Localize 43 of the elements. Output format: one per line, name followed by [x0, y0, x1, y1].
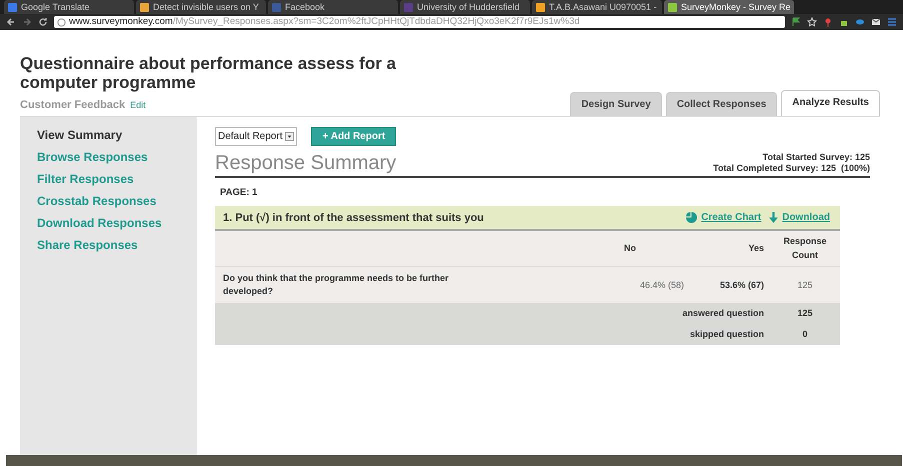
summary-label: answered question [681, 307, 765, 320]
star-icon[interactable] [807, 17, 817, 27]
sidebar-link[interactable]: View Summary [37, 127, 197, 143]
total-text: Total Started Survey: 125 [762, 152, 870, 163]
down-arrow-icon [769, 212, 778, 224]
pie-chart-icon [686, 212, 698, 224]
browser-tab[interactable]: Detect invisible users on Y [136, 0, 266, 14]
answer-percent: 53.6% (67) [718, 278, 765, 292]
browser-tab[interactable]: Facebook [268, 0, 398, 14]
report-select[interactable]: Default Report [215, 127, 298, 146]
address-field[interactable]: www.surveymonkey.com/MySurvey_Responses.aspx?sm=3C2om%2ftJCpHHtQjTdbdaDHQ32HjQxo3eK2f7r9EJs1w%3d [54, 16, 785, 28]
total-text: Total Completed Survey: 125 (100%) [713, 163, 870, 174]
menu-icon[interactable] [887, 17, 897, 27]
survey-category: Customer Feedback [20, 99, 126, 111]
browser-tab[interactable]: Google Translate [4, 0, 134, 14]
caret-icon [285, 132, 294, 141]
survey-title: Questionnaire about performance assess for a computer programme [20, 54, 398, 92]
nav-tab[interactable]: Analyze Results [781, 90, 880, 116]
nav-tab[interactable]: Collect Responses [666, 92, 778, 116]
summary-value: 0 [801, 328, 808, 341]
summary-label: skipped question [688, 328, 765, 341]
back-icon[interactable] [6, 17, 16, 27]
page-label: PAGE: 1 [220, 186, 258, 200]
reload-icon[interactable] [38, 17, 48, 27]
summary-value: 125 [796, 307, 814, 320]
browser-tab[interactable]: SurveyMonkey - Survey Re [664, 0, 794, 14]
pin-icon[interactable] [823, 17, 833, 27]
column-header: Yes [747, 242, 765, 255]
answer-percent: 46.4% (58) [638, 278, 685, 292]
response-count: 125 [796, 278, 814, 292]
section-heading: Response Summary [215, 152, 396, 174]
column-header: Response Count [782, 235, 828, 262]
question-title: 1. Put (√) in front of the assessment that suits you [223, 210, 484, 226]
globe-icon [57, 18, 66, 26]
browser-tab[interactable]: T.A.B.Asawani U0970051 - [532, 0, 662, 14]
question-text: Do you think that the programme needs to be further developed? [222, 272, 450, 298]
column-header: No [623, 242, 637, 255]
flag-icon[interactable] [791, 17, 801, 27]
mail-icon[interactable] [871, 17, 881, 27]
browser-tab[interactable]: University of Huddersfield [400, 0, 530, 14]
edit-link[interactable]: Edit [130, 100, 146, 110]
forward-icon[interactable] [22, 17, 32, 27]
nav-tab[interactable]: Design Survey [570, 92, 662, 116]
